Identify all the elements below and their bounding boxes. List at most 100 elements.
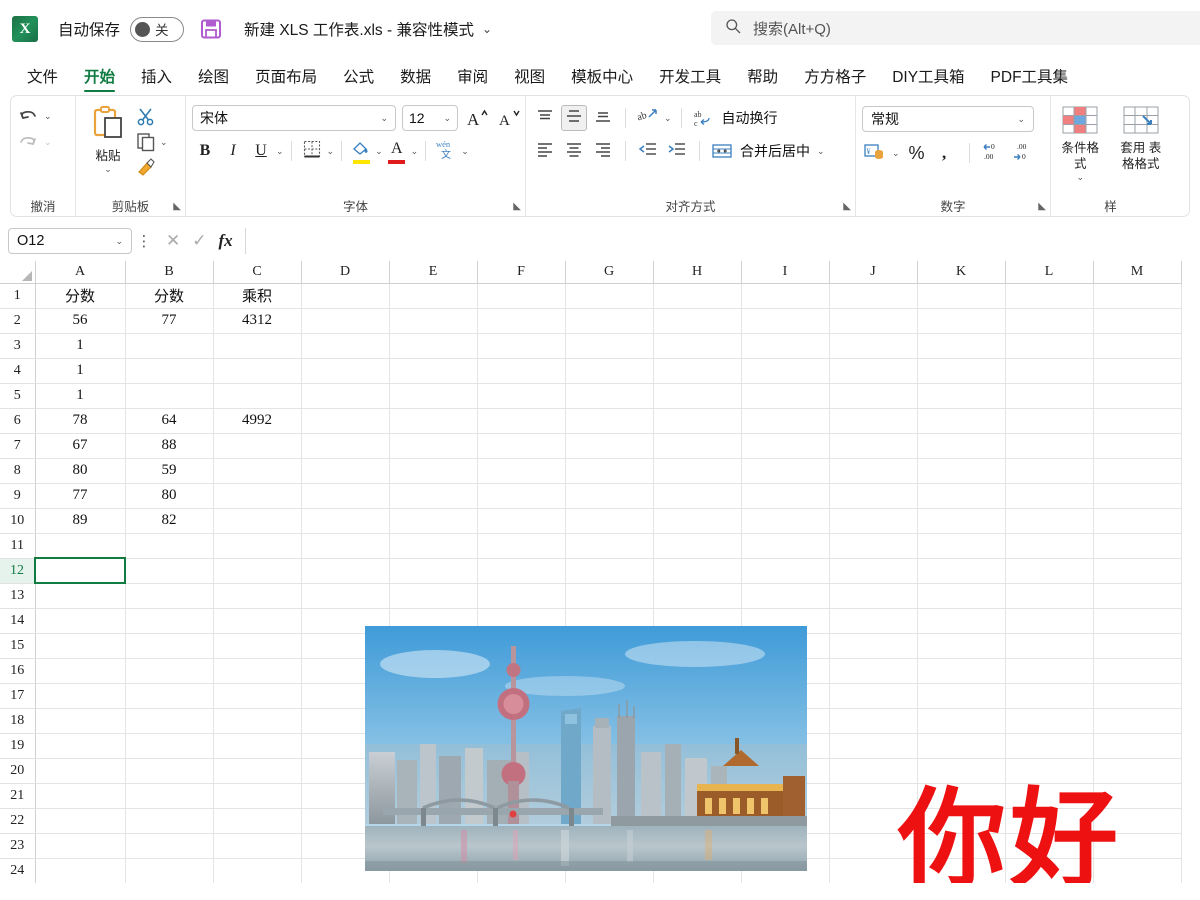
column-header-J[interactable]: J: [829, 261, 918, 284]
cell-D4[interactable]: [301, 358, 390, 384]
cell-D2[interactable]: [301, 308, 390, 334]
row-header-12[interactable]: 12: [0, 558, 36, 584]
cell-H1[interactable]: [653, 283, 742, 309]
cut-button[interactable]: [136, 107, 168, 127]
cell-M3[interactable]: [1093, 333, 1182, 359]
cell-E11[interactable]: [389, 533, 478, 559]
cell-L1[interactable]: [1005, 283, 1094, 309]
cell-M5[interactable]: [1093, 383, 1182, 409]
cell-C16[interactable]: [213, 658, 302, 684]
tab-view[interactable]: 视图: [501, 69, 558, 93]
cell-G2[interactable]: [565, 308, 654, 334]
cell-L9[interactable]: [1005, 483, 1094, 509]
cell-K8[interactable]: [917, 458, 1006, 484]
text-orientation-button[interactable]: ab: [635, 105, 661, 131]
cell-I1[interactable]: [741, 283, 830, 309]
cell-M8[interactable]: [1093, 458, 1182, 484]
cell-B18[interactable]: [125, 708, 214, 734]
cell-M18[interactable]: [1093, 708, 1182, 734]
chevron-down-icon[interactable]: ⌄: [104, 164, 112, 175]
cell-A12[interactable]: [34, 557, 126, 584]
cell-L17[interactable]: [1005, 683, 1094, 709]
chevron-down-icon[interactable]: ⌄: [44, 111, 52, 122]
cell-J6[interactable]: [829, 408, 918, 434]
comma-style-button[interactable]: ,: [934, 140, 960, 166]
cell-G8[interactable]: [565, 458, 654, 484]
cell-D7[interactable]: [301, 433, 390, 459]
tab-data[interactable]: 数据: [387, 69, 444, 93]
row-header-18[interactable]: 18: [0, 708, 36, 734]
cell-G3[interactable]: [565, 333, 654, 359]
cell-B13[interactable]: [125, 583, 214, 609]
format-as-table-button[interactable]: 套用 表格格式: [1118, 106, 1165, 172]
cell-I3[interactable]: [741, 333, 830, 359]
excel-icon[interactable]: X: [12, 16, 38, 42]
row-header-23[interactable]: 23: [0, 833, 36, 859]
column-header-H[interactable]: H: [653, 261, 742, 284]
cell-L15[interactable]: [1005, 633, 1094, 659]
cell-J14[interactable]: [829, 608, 918, 634]
cell-L16[interactable]: [1005, 658, 1094, 684]
cancel-entry-icon[interactable]: ✕: [166, 231, 180, 251]
cell-B4[interactable]: [125, 358, 214, 384]
cell-F12[interactable]: [477, 558, 566, 584]
cell-M13[interactable]: [1093, 583, 1182, 609]
increase-font-size-button[interactable]: A: [464, 105, 490, 131]
cell-C20[interactable]: [213, 758, 302, 784]
tab-insert[interactable]: 插入: [128, 69, 185, 93]
cell-C22[interactable]: [213, 808, 302, 834]
cell-L4[interactable]: [1005, 358, 1094, 384]
row-header-6[interactable]: 6: [0, 408, 36, 434]
cell-D8[interactable]: [301, 458, 390, 484]
cell-J5[interactable]: [829, 383, 918, 409]
column-header-E[interactable]: E: [389, 261, 478, 284]
cell-F8[interactable]: [477, 458, 566, 484]
cell-A24[interactable]: [35, 858, 126, 883]
cell-G9[interactable]: [565, 483, 654, 509]
cell-L3[interactable]: [1005, 333, 1094, 359]
fill-color-button[interactable]: [349, 139, 373, 164]
tab-developer[interactable]: 开发工具: [646, 69, 734, 93]
cell-M7[interactable]: [1093, 433, 1182, 459]
cell-L5[interactable]: [1005, 383, 1094, 409]
tab-page-layout[interactable]: 页面布局: [242, 69, 330, 93]
row-header-11[interactable]: 11: [0, 533, 36, 559]
cell-A9[interactable]: 77: [35, 483, 126, 509]
cell-F11[interactable]: [477, 533, 566, 559]
cell-C10[interactable]: [213, 508, 302, 534]
cell-D9[interactable]: [301, 483, 390, 509]
cell-L14[interactable]: [1005, 608, 1094, 634]
tab-fanfangezi[interactable]: 方方格子: [791, 69, 879, 93]
cell-H13[interactable]: [653, 583, 742, 609]
cell-B9[interactable]: 80: [125, 483, 214, 509]
percent-style-button[interactable]: %: [904, 140, 930, 166]
cell-E12[interactable]: [389, 558, 478, 584]
column-header-D[interactable]: D: [301, 261, 390, 284]
cell-B21[interactable]: [125, 783, 214, 809]
cell-A3[interactable]: 1: [35, 333, 126, 359]
cell-G6[interactable]: [565, 408, 654, 434]
cell-J17[interactable]: [829, 683, 918, 709]
cell-F6[interactable]: [477, 408, 566, 434]
cell-J10[interactable]: [829, 508, 918, 534]
cell-K18[interactable]: [917, 708, 1006, 734]
cell-K1[interactable]: [917, 283, 1006, 309]
cell-D3[interactable]: [301, 333, 390, 359]
chevron-down-icon[interactable]: ⌄: [115, 236, 123, 247]
cell-A4[interactable]: 1: [35, 358, 126, 384]
font-dialog-launcher[interactable]: ◣: [513, 201, 521, 212]
cell-H6[interactable]: [653, 408, 742, 434]
italic-button[interactable]: I: [220, 138, 246, 164]
decrease-font-size-button[interactable]: A: [496, 105, 522, 131]
chevron-down-icon[interactable]: ⌄: [44, 137, 52, 148]
cell-J11[interactable]: [829, 533, 918, 559]
cell-J12[interactable]: [829, 558, 918, 584]
cell-M4[interactable]: [1093, 358, 1182, 384]
format-painter-button[interactable]: [136, 157, 168, 177]
tab-review[interactable]: 审阅: [444, 69, 501, 93]
cell-A20[interactable]: [35, 758, 126, 784]
cell-C2[interactable]: 4312: [213, 308, 302, 334]
number-dialog-launcher[interactable]: ◣: [1038, 201, 1046, 212]
clipboard-dialog-launcher[interactable]: ◣: [173, 201, 181, 212]
cell-J2[interactable]: [829, 308, 918, 334]
